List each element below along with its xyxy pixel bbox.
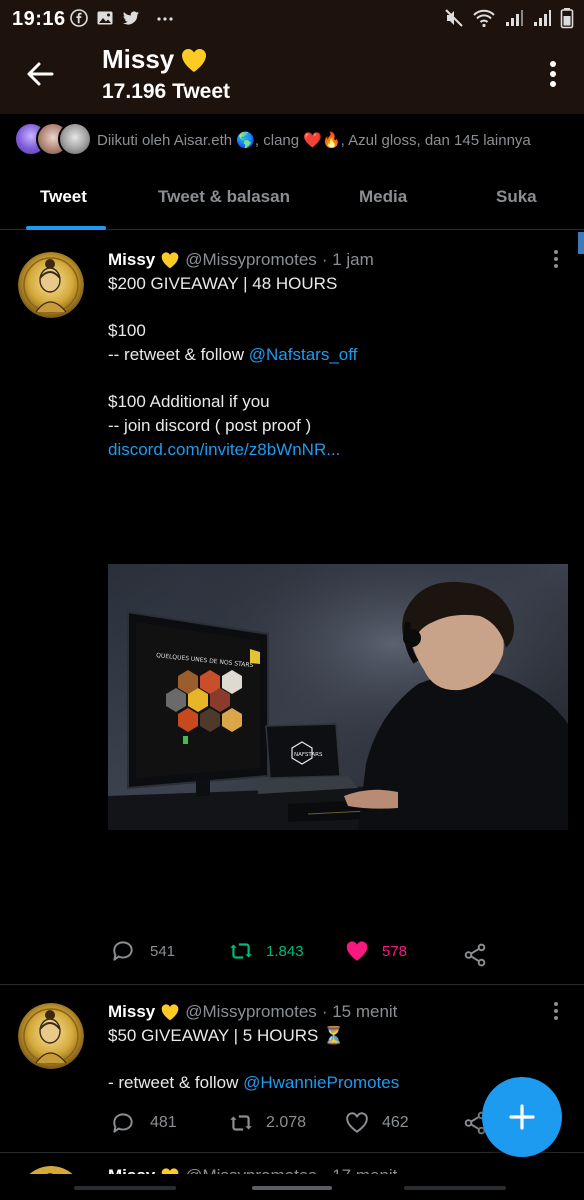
tweet-text-line: $50 GIVEAWAY | 5 HOURS ⏳: [108, 1026, 345, 1045]
plus-icon: [509, 1104, 535, 1130]
mention-link[interactable]: @Nafstars_off: [249, 345, 358, 364]
tweet-time: · 15 menit: [321, 1002, 398, 1021]
tweet-text-line: $200 GIVEAWAY | 48 HOURS: [108, 274, 338, 293]
tweet-author-handle[interactable]: @Missypromotes: [185, 1002, 317, 1022]
profile-name: Missy: [102, 44, 175, 74]
overflow-menu-icon[interactable]: [548, 58, 558, 90]
back-arrow-icon[interactable]: [24, 58, 56, 90]
like-button[interactable]: 462: [344, 1110, 409, 1136]
tweet-text: - retweet & follow: [108, 1073, 244, 1092]
mute-icon: [445, 9, 463, 27]
scrollbar[interactable]: [578, 232, 584, 254]
tweet-media-image[interactable]: QUELQUES UNES DE NOS STARS NAFSTARS: [108, 564, 568, 830]
reply-button[interactable]: 541: [110, 938, 175, 964]
reply-button[interactable]: 481: [110, 1110, 177, 1136]
status-icons: [444, 8, 574, 29]
tweet-text-line: -- join discord ( post proof ): [108, 416, 312, 435]
tweet-author-name[interactable]: Missy: [108, 250, 155, 270]
follower-avatars: [14, 122, 94, 158]
signal-1-icon: [506, 10, 523, 26]
avatar[interactable]: [18, 252, 84, 318]
avatar: [58, 122, 92, 156]
discord-link[interactable]: discord.com/invite/z8bWnNR...: [108, 440, 340, 460]
tweet-text-line: - retweet & follow @HwanniePromotes: [108, 1073, 399, 1093]
tweet-author-name[interactable]: Missy: [108, 1002, 155, 1022]
tweet-text-line: $100 Additional if you: [108, 392, 270, 411]
retweet-icon: [230, 943, 252, 959]
status-bar: 19:16: [0, 0, 584, 38]
followed-by-text: Diikuti oleh Aisar.eth 🌎, clang ❤️🔥, Azu…: [97, 132, 531, 149]
reply-icon: [113, 1113, 133, 1133]
profile-name-row: Missy: [102, 44, 208, 75]
home-gesture-bar[interactable]: [252, 1186, 332, 1190]
share-icon: [464, 943, 486, 967]
heart-outline-icon: [346, 1112, 368, 1133]
tweet-more-icon[interactable]: [552, 249, 560, 269]
mention-link[interactable]: @HwanniePromotes: [243, 1073, 399, 1092]
avatar[interactable]: [18, 1003, 84, 1069]
battery-icon: [560, 8, 574, 29]
followed-by-row[interactable]: Diikuti oleh Aisar.eth 🌎, clang ❤️🔥, Azu…: [0, 114, 584, 166]
nav-recents-area[interactable]: [404, 1186, 506, 1190]
nav-back-area[interactable]: [74, 1186, 176, 1190]
tweet-text: -- retweet & follow: [108, 345, 249, 364]
retweet-button[interactable]: 2.078: [228, 1110, 306, 1136]
like-count: 578: [382, 942, 408, 960]
laptop-screen-text: NAFSTARS: [294, 752, 323, 758]
divider: [0, 984, 584, 985]
facebook-icon: [70, 9, 88, 27]
divider: [0, 1152, 584, 1153]
compose-tweet-button[interactable]: [482, 1077, 562, 1157]
gallery-icon: [97, 11, 113, 25]
tweet-text-line: $100: [108, 321, 146, 340]
tweet-more-icon[interactable]: [552, 1001, 560, 1021]
yellow-heart-icon: [161, 1004, 179, 1021]
tab-likes[interactable]: Suka: [496, 187, 537, 207]
status-time: 19:16: [12, 8, 66, 30]
active-tab-indicator: [26, 226, 106, 230]
tweet-text-line: -- retweet & follow @Nafstars_off: [108, 345, 357, 365]
tweet-time: · 1 jam: [321, 250, 374, 269]
tab-tweet[interactable]: Tweet: [40, 187, 87, 207]
yellow-heart-icon: [182, 48, 207, 72]
retweet-button[interactable]: 1.843: [228, 938, 304, 964]
more-dots-icon: [157, 17, 173, 21]
profile-tabs: Tweet Tweet & balasan Media Suka: [0, 170, 584, 230]
reply-count: 481: [150, 1114, 177, 1131]
retweet-icon: [230, 1115, 252, 1131]
share-button[interactable]: [462, 942, 488, 968]
tab-media[interactable]: Media: [359, 187, 407, 207]
reply-icon: [113, 941, 133, 961]
heart-filled-icon: [346, 941, 368, 961]
tweet-header: Missy @Missypromotes · 1 jam: [108, 250, 374, 270]
reply-count: 541: [150, 942, 176, 960]
tab-tweet-replies[interactable]: Tweet & balasan: [158, 187, 290, 207]
wifi-icon: [473, 9, 495, 28]
twitter-icon: [123, 11, 139, 25]
tweet-header: Missy @Missypromotes · 15 menit: [108, 1002, 397, 1022]
app-header: 19:16 Missy 17.196 Tweet: [0, 0, 584, 114]
signal-2-icon: [534, 10, 551, 26]
like-count: 462: [382, 1114, 409, 1131]
retweet-count: 1.843: [266, 942, 304, 960]
retweet-count: 2.078: [266, 1114, 307, 1131]
tweet-count: 17.196 Tweet: [102, 80, 231, 103]
tweet-author-handle[interactable]: @Missypromotes: [185, 250, 317, 270]
yellow-heart-icon: [161, 252, 179, 269]
system-navigation-bar: [0, 1174, 584, 1200]
like-button[interactable]: 578: [344, 938, 407, 964]
